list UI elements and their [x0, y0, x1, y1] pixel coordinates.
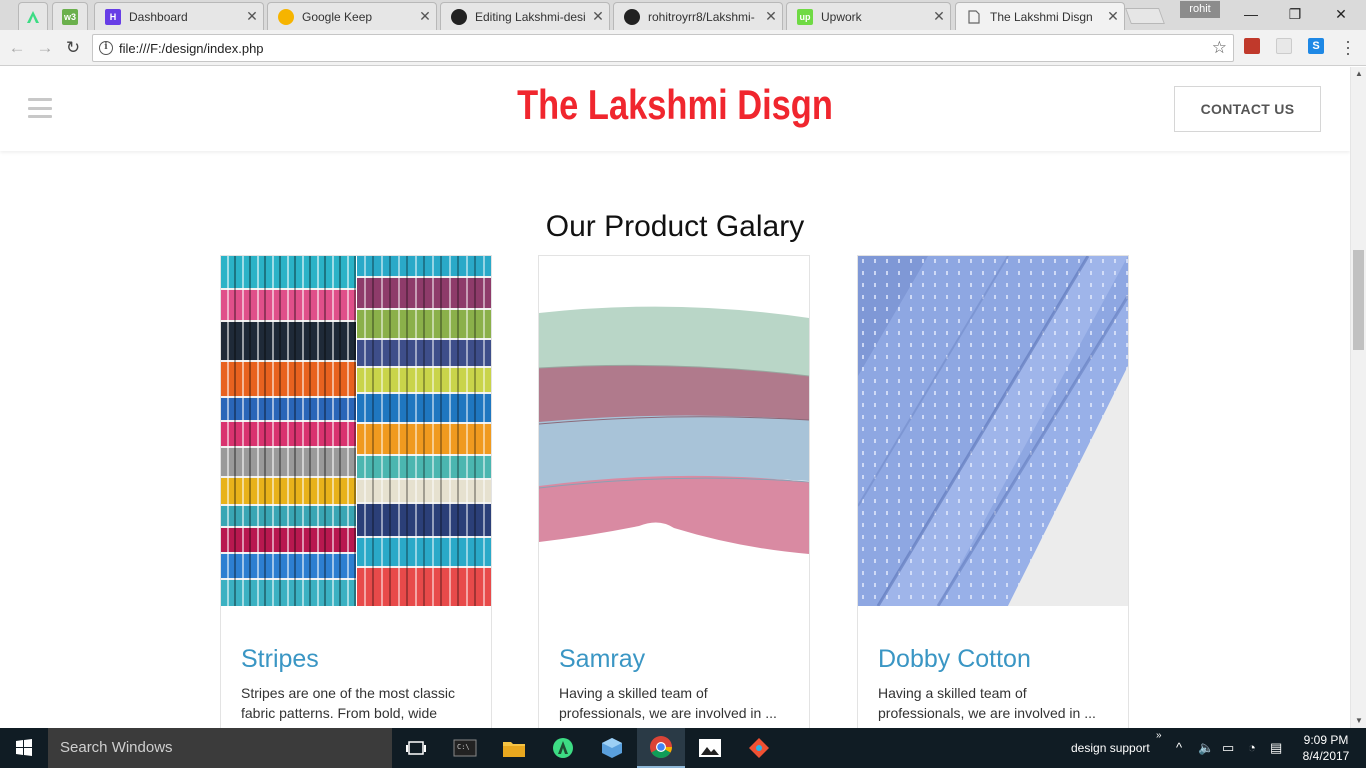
profile-button[interactable]: rohit [1180, 1, 1220, 18]
bookmark-star-icon[interactable]: ☆ [1212, 38, 1227, 58]
scroll-down-icon[interactable]: ▼ [1351, 714, 1366, 728]
stripes-fabric-image [221, 256, 491, 606]
page-scrollbar[interactable]: ▲ ▼ [1350, 67, 1366, 728]
product-description: Stripes are one of the most classic fabr… [241, 685, 455, 728]
close-icon[interactable]: ✕ [760, 8, 782, 25]
tab-title: rohitroyrr8/Lakshmi- [648, 9, 755, 24]
chrome-taskbar-icon[interactable] [637, 728, 685, 768]
w3schools-icon: w3 [62, 8, 78, 25]
extension-s-icon[interactable]: S [1308, 38, 1324, 54]
show-hidden-icons-icon[interactable]: ^ [1176, 740, 1182, 755]
clock-date: 8/4/2017 [1302, 749, 1350, 763]
product-card-dobby-cotton[interactable]: Dobby Cotton Having a skilled team of pr… [857, 255, 1129, 728]
github-icon [624, 8, 640, 25]
back-icon[interactable]: ← [6, 37, 28, 59]
extension-book-icon[interactable] [1244, 38, 1260, 54]
close-icon[interactable]: ✕ [928, 8, 950, 25]
site-header: The Lakshmi Disgn CONTACT US [0, 67, 1350, 151]
chrome-menu-icon[interactable]: · · · [1343, 32, 1353, 62]
tab-title: The Lakshmi Disgn [990, 9, 1093, 24]
samray-fabric-image [539, 256, 809, 606]
android-studio-icon [25, 9, 41, 25]
virtualbox-icon[interactable] [588, 728, 636, 768]
close-icon[interactable]: ✕ [241, 8, 263, 25]
new-tab-button[interactable] [1125, 8, 1165, 24]
tab-github-repo[interactable]: rohitroyrr8/Lakshmi- ✕ [613, 2, 783, 30]
tab-pinned-1[interactable] [18, 2, 48, 30]
tab-pinned-2[interactable]: w3 [52, 2, 88, 30]
close-icon[interactable]: ✕ [1102, 8, 1124, 25]
photos-icon[interactable] [686, 728, 734, 768]
close-icon[interactable]: ✕ [414, 8, 436, 25]
reload-icon[interactable]: ↻ [62, 37, 84, 59]
volume-icon[interactable]: 🔈 [1198, 740, 1214, 756]
battery-icon[interactable]: ▭ [1222, 740, 1234, 756]
product-title[interactable]: Dobby Cotton [878, 645, 1031, 674]
contact-us-button[interactable]: CONTACT US [1174, 86, 1321, 132]
notification-icon[interactable]: ▤ [1270, 740, 1282, 756]
hamburger-menu-icon[interactable] [28, 98, 52, 118]
file-explorer-icon[interactable] [490, 728, 538, 768]
info-icon[interactable]: i [99, 41, 113, 55]
product-description: Having a skilled team of professionals, … [559, 685, 777, 721]
url-input[interactable] [119, 38, 1199, 58]
gallery-title: Our Product Galary [545, 210, 805, 243]
restore-icon[interactable]: ❐ [1272, 0, 1318, 28]
extension-list-icon[interactable] [1276, 38, 1292, 54]
git-kraken-icon[interactable] [735, 728, 783, 768]
svg-text:C:\: C:\ [457, 743, 470, 751]
tab-upwork[interactable]: up Upwork ✕ [786, 2, 951, 30]
hostinger-icon: H [105, 8, 121, 25]
upwork-icon: up [797, 8, 813, 25]
tab-title: Editing Lakshmi-desi [475, 9, 586, 24]
minimize-icon[interactable]: — [1228, 0, 1274, 28]
terminal-icon[interactable]: C:\ [441, 728, 489, 768]
tab-dashboard[interactable]: H Dashboard ✕ [94, 2, 264, 30]
page-viewport: The Lakshmi Disgn CONTACT US Our Product… [0, 67, 1350, 728]
tab-title: Upwork [821, 9, 862, 24]
wifi-icon[interactable]: ◔ [1248, 740, 1256, 755]
product-card-samray[interactable]: Samray Having a skilled team of professi… [538, 255, 810, 728]
github-icon [451, 8, 467, 25]
product-title[interactable]: Samray [559, 645, 645, 674]
page-icon [966, 9, 982, 25]
browser-toolbar: ← → ↻ i ☆ S ··· [0, 30, 1366, 66]
task-view-icon[interactable] [392, 728, 440, 768]
scrollbar-thumb[interactable] [1353, 250, 1364, 350]
taskbar-clock[interactable]: 9:09 PM 8/4/2017 [1298, 732, 1354, 764]
product-title[interactable]: Stripes [241, 645, 319, 674]
tab-title: Google Keep [302, 9, 373, 24]
address-bar[interactable]: i ☆ [92, 34, 1234, 62]
browser-tab-strip: w3 H Dashboard ✕ Google Keep ✕ Editing L… [0, 0, 1366, 30]
google-keep-icon [278, 8, 294, 25]
tab-editing-lakshmi[interactable]: Editing Lakshmi-desi ✕ [440, 2, 610, 30]
site-brand[interactable]: The Lakshmi Disgn [122, 81, 1229, 129]
tab-google-keep[interactable]: Google Keep ✕ [267, 2, 437, 30]
taskbar-search-input[interactable]: Search Windows [48, 728, 392, 768]
clock-time: 9:09 PM [1303, 733, 1349, 747]
windows-logo-icon [16, 739, 32, 756]
product-description: Having a skilled team of professionals, … [878, 685, 1096, 721]
windows-taskbar: Search Windows C:\ design support » ^ 🔈 … [0, 728, 1366, 768]
scroll-up-icon[interactable]: ▲ [1351, 67, 1366, 81]
android-studio-taskbar-icon[interactable] [539, 728, 587, 768]
close-icon[interactable]: ✕ [587, 8, 609, 25]
product-card-stripes[interactable]: Stripes Stripes are one of the most clas… [220, 255, 492, 728]
dobby-cotton-fabric-image [858, 256, 1128, 606]
start-button[interactable] [0, 728, 48, 768]
overflow-chevron-icon[interactable]: » [1156, 730, 1162, 741]
forward-icon[interactable]: → [34, 37, 56, 59]
window-close-icon[interactable]: ✕ [1318, 0, 1364, 28]
tab-title: Dashboard [129, 9, 188, 24]
tab-lakshmi-disgn[interactable]: The Lakshmi Disgn ✕ [955, 2, 1125, 30]
tray-label[interactable]: design support [1071, 728, 1150, 768]
